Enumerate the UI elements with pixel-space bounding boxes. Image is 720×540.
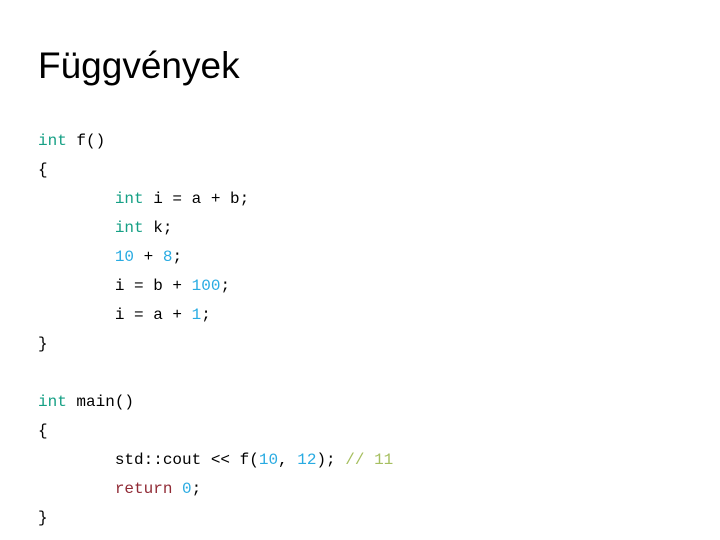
code-token-number: 0 xyxy=(182,480,192,498)
code-line: int f() xyxy=(38,127,393,156)
code-line: i = a + 1; xyxy=(38,301,393,330)
code-line: } xyxy=(38,330,393,359)
code-token-plain: ; xyxy=(191,480,202,498)
code-token-keyword: int xyxy=(114,190,144,208)
code-token-number: 10 xyxy=(114,248,135,266)
code-token-comment: // 11 xyxy=(345,451,394,469)
page-title: Függvények xyxy=(38,45,240,86)
code-token-plain: main() xyxy=(66,393,135,411)
code-token-plain: } xyxy=(38,335,48,353)
code-line: int k; xyxy=(38,214,393,243)
code-token-plain: ; xyxy=(172,248,183,266)
code-line: { xyxy=(38,417,393,446)
code-token-plain: i = b + xyxy=(38,277,192,295)
code-token-plain: i = a + xyxy=(38,306,192,324)
code-token-number: 10 xyxy=(258,451,279,469)
code-token-keyword: int xyxy=(38,132,67,150)
code-token-number: 1 xyxy=(191,306,202,324)
code-line: return 0; xyxy=(38,475,393,504)
code-token-keyword: int xyxy=(114,219,144,237)
code-token-plain: i = a + b; xyxy=(143,190,250,208)
code-token-number: 12 xyxy=(297,451,317,469)
code-line: std::cout << f(10, 12); // 11 xyxy=(38,446,393,475)
code-token-keyword: int xyxy=(38,393,67,411)
code-token-number: 8 xyxy=(162,248,173,266)
code-line: i = b + 100; xyxy=(38,272,393,301)
code-line: { xyxy=(38,156,393,185)
code-line: 10 + 8; xyxy=(38,243,393,272)
code-token-plain: f() xyxy=(66,132,106,150)
code-token-plain: ); xyxy=(316,451,346,469)
code-token-plain: , xyxy=(278,451,298,469)
code-block: int f(){ int i = a + b; int k; 10 + 8; i… xyxy=(38,127,393,533)
code-line: int i = a + b; xyxy=(38,185,393,214)
code-token-plain: ; xyxy=(220,277,231,295)
code-line: int main() xyxy=(38,388,393,417)
code-token-plain: k; xyxy=(143,219,173,237)
slide-canvas: Függvények int f() { int i = a + b; int k… xyxy=(0,0,720,540)
code-line: } xyxy=(38,504,393,533)
code-token-number: 100 xyxy=(191,277,221,295)
code-token-plain: { xyxy=(38,161,48,179)
code-token-plain: } xyxy=(38,509,48,527)
code-token-return_kw: return xyxy=(114,480,173,498)
code-token-plain: std::cout << f( xyxy=(38,451,259,469)
code-token-plain: { xyxy=(38,422,48,440)
code-token-plain: + xyxy=(134,248,163,266)
code-token-plain: ; xyxy=(201,306,211,324)
